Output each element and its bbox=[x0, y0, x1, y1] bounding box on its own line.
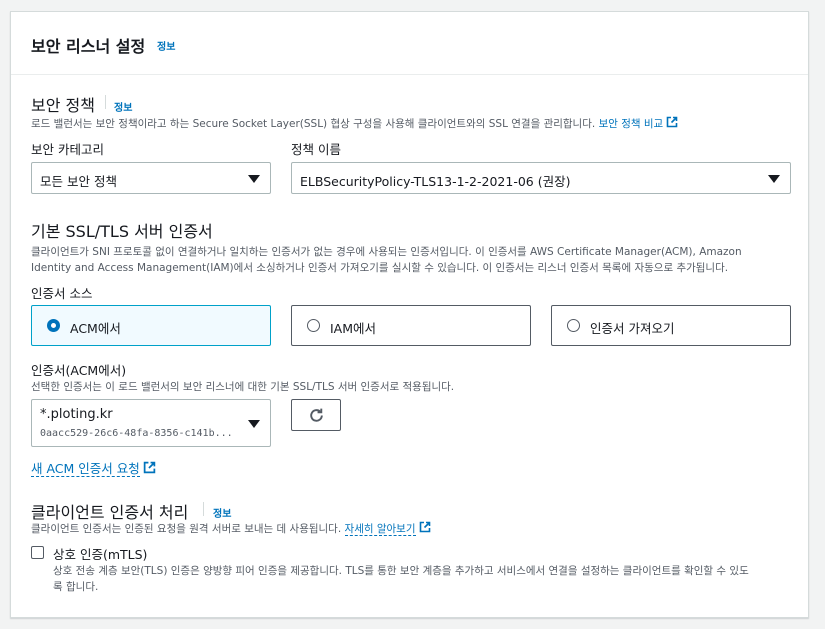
source-iam-label: IAM에서 bbox=[330, 321, 377, 336]
client-cert-description: 클라이언트 인증서는 인증된 요청을 원격 서버로 보내는 데 사용됩니다. 자… bbox=[31, 521, 431, 537]
external-link-icon bbox=[419, 521, 430, 533]
certificate-description-2: Identity and Access Management(IAM)에서 소싱… bbox=[31, 262, 729, 274]
policy-info-link[interactable]: 정보 bbox=[114, 99, 132, 114]
policy-title: 보안 정책 bbox=[31, 96, 95, 115]
category-value: 모든 보안 정책 bbox=[40, 174, 117, 189]
radio-icon[interactable] bbox=[567, 319, 580, 332]
policy-name-value: ELBSecurityPolicy-TLS13-1-2-2021-06 (권장) bbox=[300, 174, 571, 189]
source-import-label: 인증서 가져오기 bbox=[590, 321, 675, 336]
security-listener-panel: 보안 리스너 설정 정보 보안 정책 정보 로드 밸런서는 보안 정책이라고 하… bbox=[10, 11, 809, 618]
caret-down-icon bbox=[248, 175, 260, 183]
category-select[interactable]: 모든 보안 정책 bbox=[31, 162, 271, 194]
certificate-title: 기본 SSL/TLS 서버 인증서 bbox=[31, 222, 213, 241]
mtls-checkbox[interactable] bbox=[31, 546, 44, 559]
acm-certificate-id: 0aacc529-26c6-48fa-8356-c141b... bbox=[40, 428, 233, 439]
certificate-description-1: 클라이언트가 SNI 프로토콜 없이 연결하거나 일치하는 인증서가 없는 경우… bbox=[31, 246, 742, 258]
client-cert-title: 클라이언트 인증서 처리 bbox=[31, 503, 189, 522]
policy-name-select[interactable]: ELBSecurityPolicy-TLS13-1-2-2021-06 (권장) bbox=[291, 162, 791, 194]
mtls-description-2: 록 합니다. bbox=[53, 581, 99, 593]
acm-certificate-description: 선택한 인증서는 이 로드 밸런서의 보안 리스너에 대한 기본 SSL/TLS… bbox=[31, 381, 455, 393]
compare-policies-link[interactable]: 보안 정책 비교 bbox=[599, 116, 679, 130]
panel-info-link[interactable]: 정보 bbox=[157, 38, 175, 53]
acm-certificate-label: 인증서(ACM에서) bbox=[31, 363, 127, 378]
category-label: 보안 카테고리 bbox=[31, 142, 104, 157]
learn-more-link[interactable]: 자세히 알아보기 bbox=[344, 521, 431, 536]
divider bbox=[203, 502, 204, 516]
client-cert-info-link[interactable]: 정보 bbox=[213, 505, 231, 520]
request-acm-certificate-link[interactable]: 새 ACM 인증서 요청 bbox=[31, 458, 156, 477]
acm-certificate-select[interactable]: *.ploting.kr 0aacc529-26c6-48fa-8356-c14… bbox=[31, 399, 271, 447]
policy-description: 로드 밸런서는 보안 정책이라고 하는 Secure Socket Layer(… bbox=[31, 116, 678, 132]
radio-icon[interactable] bbox=[307, 319, 320, 332]
radio-selected-icon[interactable] bbox=[47, 319, 60, 332]
source-import-tile[interactable]: 인증서 가져오기 bbox=[551, 305, 791, 346]
panel-title: 보안 리스너 설정 bbox=[31, 37, 146, 56]
panel-header: 보안 리스너 설정 정보 bbox=[11, 12, 808, 75]
refresh-button[interactable] bbox=[291, 399, 341, 431]
mtls-label[interactable]: 상호 인증(mTLS) bbox=[53, 544, 147, 563]
divider bbox=[105, 95, 106, 109]
certificate-source-label: 인증서 소스 bbox=[31, 286, 93, 301]
refresh-icon bbox=[310, 408, 323, 422]
acm-certificate-value: *.ploting.kr bbox=[40, 407, 113, 422]
source-iam-tile[interactable]: IAM에서 bbox=[291, 305, 531, 346]
caret-down-icon bbox=[248, 420, 260, 428]
mtls-description-1: 상호 전송 계층 보안(TLS) 인증은 양방향 피어 인증을 제공합니다. T… bbox=[53, 565, 749, 577]
external-link-icon bbox=[143, 461, 156, 474]
external-link-icon bbox=[666, 116, 678, 128]
policy-name-label: 정책 이름 bbox=[291, 142, 341, 157]
caret-down-icon bbox=[768, 175, 780, 183]
source-acm-label: ACM에서 bbox=[70, 321, 121, 336]
source-acm-tile[interactable]: ACM에서 bbox=[31, 305, 271, 346]
